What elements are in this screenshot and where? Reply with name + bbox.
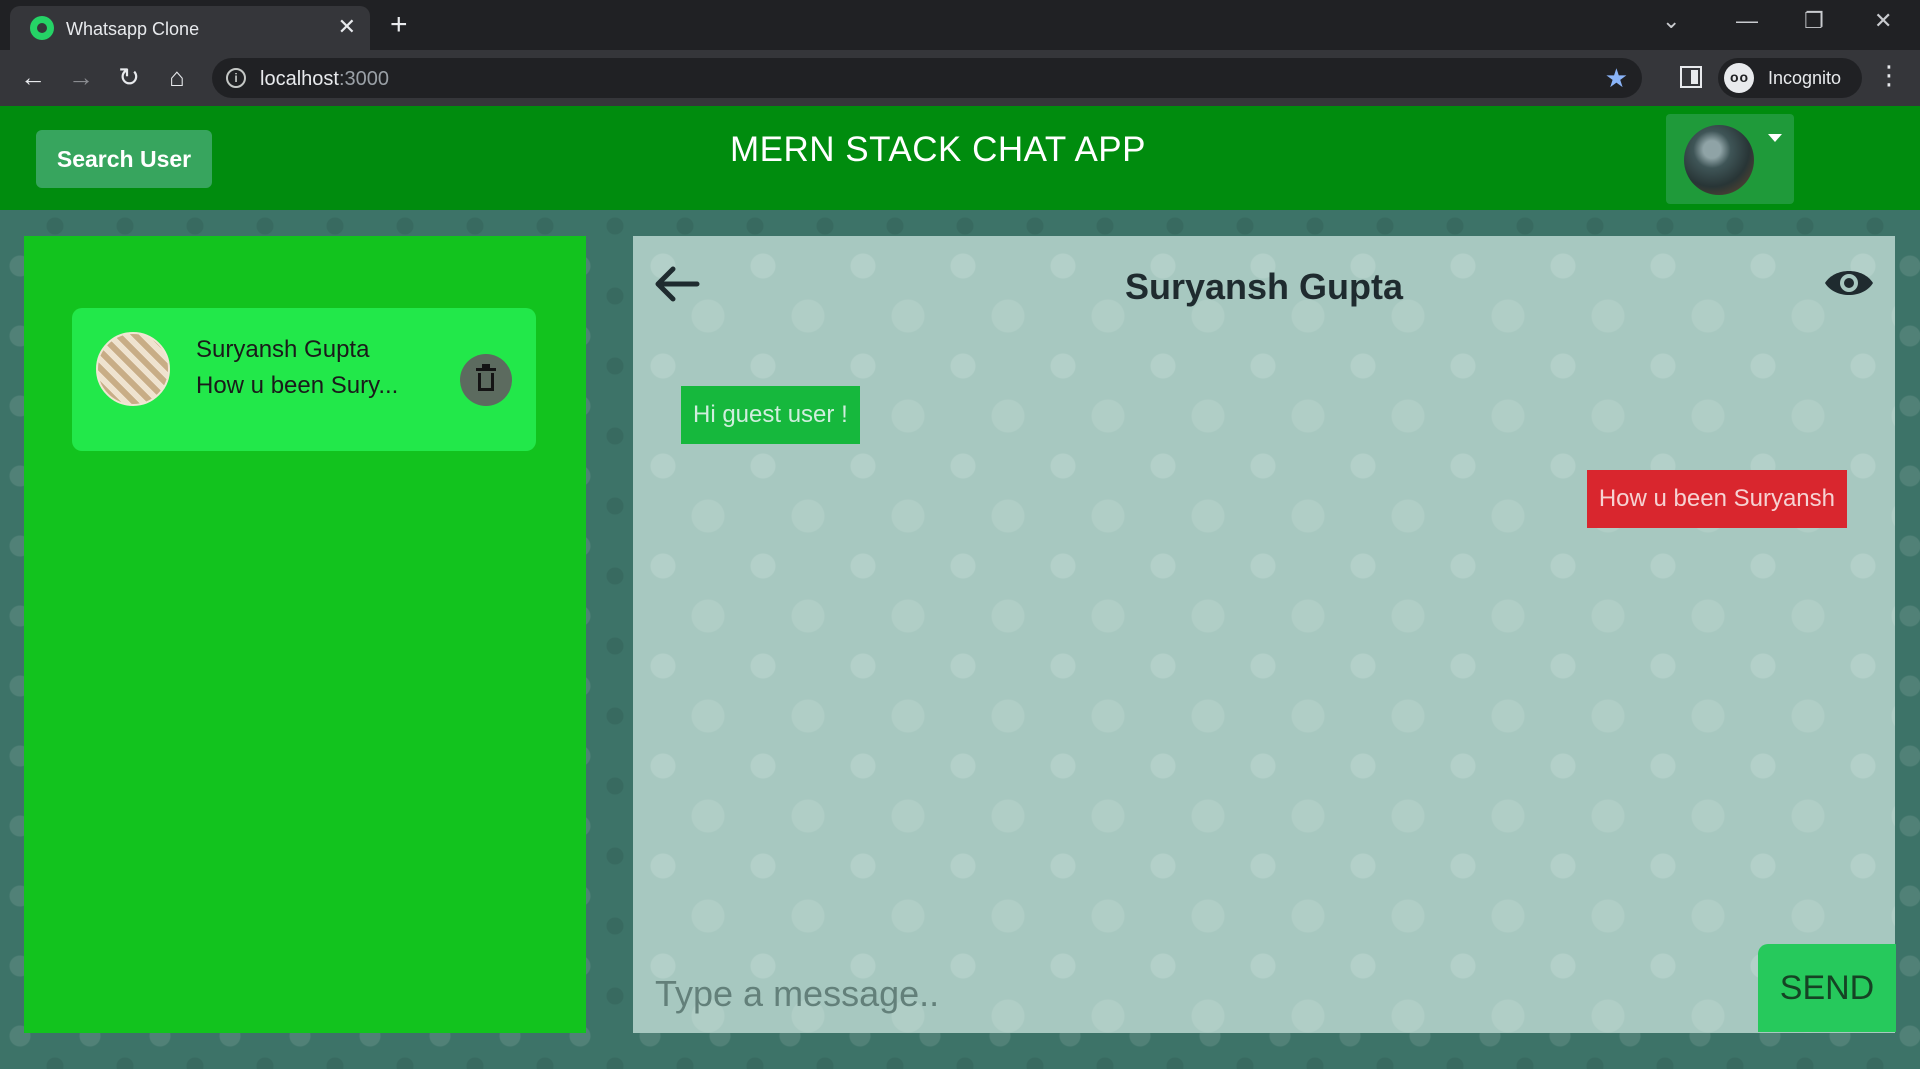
app-background: Search User MERN STACK CHAT APP Suryansh…: [0, 106, 1920, 1069]
app-header: Search User MERN STACK CHAT APP: [0, 106, 1920, 210]
avatar: [96, 332, 170, 406]
chat-list-sidebar: Suryansh Gupta How u been Sury...: [24, 236, 586, 1033]
restore-icon[interactable]: ❐: [1804, 8, 1824, 34]
url-port: :3000: [338, 68, 389, 90]
app-title: MERN STACK CHAT APP: [730, 130, 1146, 169]
tab-search-icon[interactable]: ⌄: [1662, 8, 1680, 34]
url-host: localhost: [260, 68, 339, 90]
reload-icon[interactable]: ↻: [114, 62, 144, 92]
avatar: [1684, 125, 1754, 195]
chevron-down-icon: [1768, 134, 1782, 142]
side-panel-icon[interactable]: [1680, 66, 1702, 88]
home-icon[interactable]: ⌂: [162, 62, 192, 92]
trash-icon: [476, 368, 496, 371]
minimize-icon[interactable]: —: [1736, 8, 1758, 34]
incognito-label: Incognito: [1768, 68, 1842, 88]
message-input[interactable]: [655, 964, 1735, 1024]
tab-title: Whatsapp Clone: [66, 19, 200, 39]
forward-icon[interactable]: →: [66, 62, 96, 92]
back-icon[interactable]: ←: [18, 62, 48, 92]
incognito-icon: [1724, 63, 1754, 93]
incognito-badge[interactable]: Incognito: [1718, 58, 1862, 98]
incoming-message: Hi guest user !: [681, 386, 860, 444]
chat-last-message: How u been Sury...: [196, 372, 399, 399]
delete-chat-button[interactable]: [460, 354, 512, 406]
chat-panel: Suryansh Gupta Hi guest user ! How u bee…: [633, 236, 1896, 1033]
info-icon[interactable]: i: [226, 68, 246, 88]
chat-list-item[interactable]: Suryansh Gupta How u been Sury...: [72, 308, 536, 451]
menu-icon[interactable]: ⋮: [1876, 60, 1902, 90]
star-icon[interactable]: ★: [1605, 63, 1628, 94]
chat-title: Suryansh Gupta: [1124, 266, 1404, 307]
browser-tab[interactable]: Whatsapp Clone ✕: [10, 6, 370, 50]
new-tab-button[interactable]: +: [390, 10, 408, 40]
tab-close-icon[interactable]: ✕: [338, 14, 356, 40]
trash-icon-body: [478, 373, 494, 391]
chat-name: Suryansh Gupta: [196, 336, 370, 363]
window-close-icon[interactable]: ✕: [1874, 8, 1892, 34]
eye-icon[interactable]: [1823, 266, 1875, 300]
url-text: localhost:3000: [260, 68, 389, 91]
outgoing-message: How u been Suryansh: [1586, 470, 1847, 528]
profile-menu-button[interactable]: [1666, 114, 1794, 204]
browser-tabstrip: Whatsapp Clone ✕ + ⌄ — ❐ ✕: [0, 0, 1920, 50]
address-bar[interactable]: i localhost:3000 ★: [212, 58, 1642, 98]
whatsapp-favicon-icon: [30, 16, 54, 40]
send-button[interactable]: SEND: [1758, 944, 1896, 1032]
browser-toolbar: ← → ↻ ⌂ i localhost:3000 ★ Incognito ⋮: [0, 50, 1920, 106]
